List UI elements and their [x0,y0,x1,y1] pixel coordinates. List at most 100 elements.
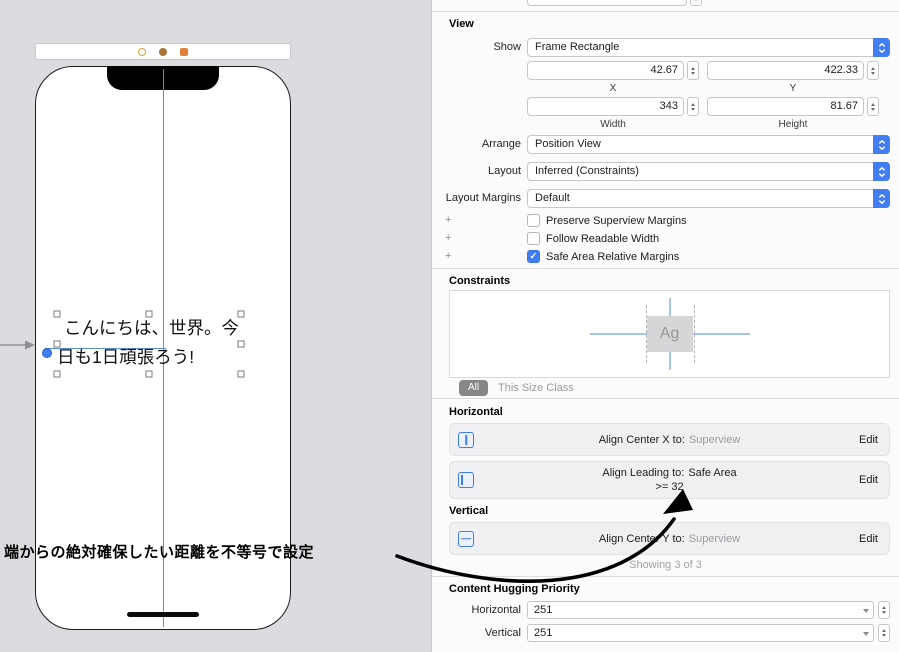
size-inspector: View Show Frame Rectangle 42.67 422.33 X… [431,0,899,652]
selection-handle[interactable] [53,310,61,318]
align-center-y-icon [458,530,474,547]
first-responder-icon[interactable] [159,47,167,56]
constraint-row[interactable]: Align Center Y to: Superview Edit [449,522,890,555]
view-section-title: View [449,18,474,30]
edit-button[interactable]: Edit [859,434,878,446]
combo-chevron-icon [863,632,869,636]
constraint-text: Align Leading to: Safe Area [602,467,737,479]
checkbox-row: + Preserve Superview Margins [432,214,899,228]
checkbox-label: Safe Area Relative Margins [546,251,680,263]
xcode-interface-builder: こんにちは、世界。今 日も1日頑張ろう! 端からの絶対確保したい距離を不等号で設… [0,0,899,652]
edit-button[interactable]: Edit [859,533,878,545]
label-text: こんにちは、世界。今 日も1日頑張ろう! [57,314,241,372]
stepper-down-icon [691,71,695,75]
add-variation-button[interactable]: + [445,250,451,263]
width-field[interactable]: 343 [527,97,684,116]
hugging-vertical-stepper[interactable] [878,624,890,642]
layout-margins-popup-value: Default [535,192,570,204]
x-axis-label: X [609,83,617,94]
content-hugging-section-title: Content Hugging Priority [449,583,580,595]
add-variation-button[interactable]: + [445,214,451,227]
selection-handle[interactable] [237,340,245,348]
stepper-down-icon [871,107,875,111]
exit-icon[interactable] [180,47,188,56]
showing-count-label: Showing 3 of 3 [629,559,702,571]
constraint-relation: >= 32 [655,481,684,493]
layout-label: Layout [487,165,521,177]
cropped-field[interactable] [527,0,687,6]
hugging-vertical-field[interactable]: 251 [527,624,874,642]
selection-handle[interactable] [237,310,245,318]
follow-readable-width-checkbox[interactable] [527,232,540,245]
constraints-section-title: Constraints [449,275,511,287]
stepper-up-icon [691,102,695,106]
constraint-text: Align Center X to: Superview [598,433,741,446]
show-popup[interactable]: Frame Rectangle [527,38,890,57]
add-variation-button[interactable]: + [445,232,451,245]
popup-chevrons-icon [873,189,890,208]
height-stepper[interactable] [867,97,879,116]
stepper-down-icon [691,107,695,111]
y-stepper[interactable] [867,61,879,80]
x-stepper[interactable] [687,61,699,80]
layout-margins-label: Layout Margins [445,192,521,204]
edit-button[interactable]: Edit [859,474,878,486]
selection-handle[interactable] [53,370,61,378]
label-text-line2: 日も1日頑張ろう! [57,347,195,367]
leading-constraint-anchor[interactable] [42,348,52,358]
device-toolbar[interactable] [35,43,291,60]
hugging-horizontal-field[interactable]: 251 [527,601,874,619]
preserve-superview-margins-checkbox[interactable] [527,214,540,227]
stepper-up-icon [871,102,875,106]
view-controller-icon[interactable] [138,47,146,56]
checkbox-label: Follow Readable Width [546,233,660,245]
width-axis-label: Width [600,119,626,130]
stepper-up-icon [691,66,695,70]
selection-handle[interactable] [53,340,61,348]
layout-popup[interactable]: Inferred (Constraints) [527,162,890,181]
separator [432,576,899,577]
selection-handle[interactable] [145,310,153,318]
vertical-section-title: Vertical [449,505,489,517]
y-axis-label: Y [789,83,797,94]
horizontal-section-title: Horizontal [449,406,503,418]
annotation-text: 端からの絶対確保したい距離を不等号で設定 [4,544,315,561]
constraint-row[interactable]: Align Leading to: Safe Area >= 32 Edit [449,461,890,499]
arrange-label: Arrange [481,138,521,150]
popup-chevrons-icon [873,135,890,154]
align-center-x-icon [458,431,474,448]
safe-area-relative-margins-checkbox[interactable]: ✓ [527,250,540,263]
stepper-up-icon [882,629,886,632]
selection-handle[interactable] [145,370,153,378]
constraints-preview[interactable]: Ag [449,290,890,378]
this-size-class-tab[interactable]: This Size Class [498,382,574,394]
stepper[interactable] [690,0,702,6]
stepper-down-icon [871,71,875,75]
selected-label[interactable]: こんにちは、世界。今 日も1日頑張ろう! [42,310,245,378]
stepper-down-icon [882,634,886,637]
hugging-vertical-label: Vertical [484,627,521,639]
arrange-popup[interactable]: Position View [527,135,890,154]
stepper-down-icon [694,0,698,1]
checkbox-label: Preserve Superview Margins [546,215,687,227]
separator [432,11,899,12]
align-leading-icon [458,472,474,488]
interface-builder-canvas[interactable]: こんにちは、世界。今 日も1日頑張ろう! 端からの絶対確保したい距離を不等号で設… [0,0,431,652]
hugging-horizontal-label: Horizontal [471,604,521,616]
constraint-text: Align Center Y to: Superview [598,532,741,545]
selection-handle[interactable] [237,370,245,378]
show-label: Show [493,41,521,53]
y-field[interactable]: 422.33 [707,61,864,80]
height-axis-label: Height [778,119,808,130]
constraint-row[interactable]: Align Center X to: Superview Edit [449,423,890,456]
stepper-up-icon [882,606,886,609]
x-field[interactable]: 42.67 [527,61,684,80]
layout-margins-popup[interactable]: Default [527,189,890,208]
all-size-class-tab[interactable]: All [459,380,489,396]
width-stepper[interactable] [687,97,699,116]
size-class-bar: All This Size Class [432,378,899,399]
preview-view-proxy[interactable]: Ag [646,316,693,352]
hugging-horizontal-stepper[interactable] [878,601,890,619]
height-field[interactable]: 81.67 [707,97,864,116]
popup-chevrons-icon [873,162,890,181]
